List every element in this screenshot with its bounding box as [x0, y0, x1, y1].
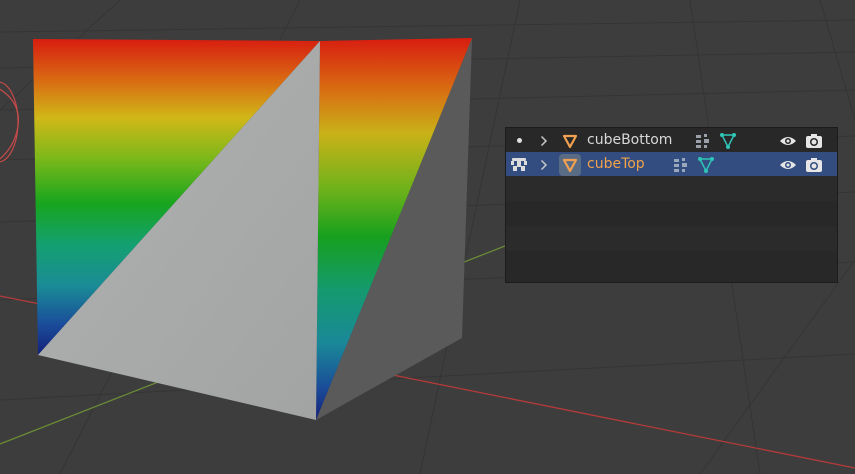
- mesh-object-icon: [559, 152, 581, 177]
- object-name[interactable]: cubeBottom: [587, 128, 672, 153]
- outliner-empty-row: [506, 176, 837, 201]
- object-name[interactable]: cubeTop: [587, 152, 645, 177]
- camera-icon[interactable]: [804, 152, 824, 177]
- camera-icon[interactable]: [804, 128, 824, 153]
- mesh-object-icon: [559, 128, 581, 153]
- cube-mesh[interactable]: [33, 38, 472, 420]
- mesh-data-icon[interactable]: [696, 152, 716, 177]
- active-dot-icon: [512, 128, 526, 153]
- chevron-right-icon[interactable]: [537, 128, 551, 153]
- outliner-empty-row: [506, 201, 837, 226]
- mesh-data-icon[interactable]: [718, 128, 738, 153]
- outliner-panel: cubeBottom cubeTop: [505, 127, 838, 283]
- outliner-row-cubebottom[interactable]: cubeBottom: [506, 128, 837, 153]
- eye-icon[interactable]: [778, 152, 798, 177]
- outliner-row-cubetop[interactable]: cubeTop: [506, 152, 837, 177]
- outliner-empty-row: [506, 251, 837, 276]
- edit-mode-icon[interactable]: [509, 152, 529, 177]
- vertex-groups-icon[interactable]: [672, 152, 690, 177]
- vertex-groups-icon[interactable]: [694, 128, 712, 153]
- outliner-empty-row: [506, 226, 837, 251]
- chevron-right-icon[interactable]: [537, 152, 551, 177]
- eye-icon[interactable]: [778, 128, 798, 153]
